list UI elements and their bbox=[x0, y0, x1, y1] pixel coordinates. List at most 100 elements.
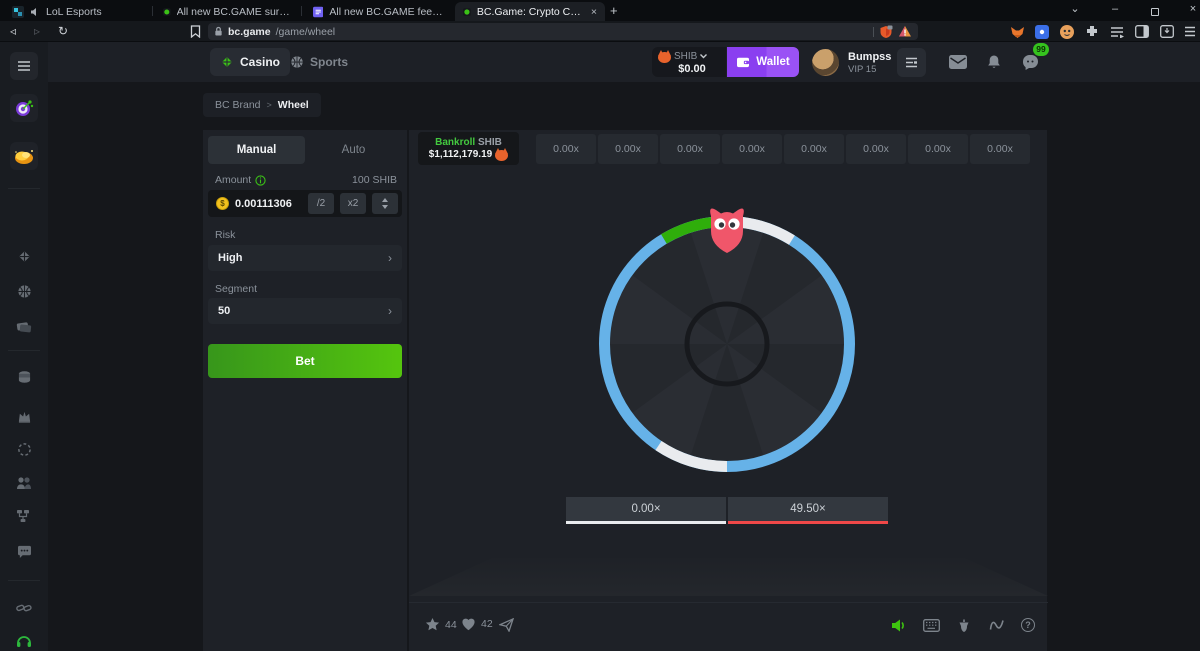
sidebar-item-spin[interactable] bbox=[15, 440, 33, 458]
stepper-up-icon[interactable] bbox=[382, 198, 388, 202]
breadcrumb-section[interactable]: BC Brand bbox=[215, 99, 261, 111]
back-button[interactable]: ◃ bbox=[10, 21, 16, 41]
warning-extension-icon[interactable] bbox=[898, 25, 912, 38]
tab-separator bbox=[152, 6, 153, 16]
history-multiplier[interactable]: 0.00x bbox=[846, 134, 906, 164]
shiba-coin-icon bbox=[495, 148, 508, 161]
side-panel-icon[interactable] bbox=[1135, 25, 1149, 38]
tab-manual[interactable]: Manual bbox=[208, 136, 305, 164]
profile-menu-button[interactable] bbox=[897, 48, 926, 77]
password-manager-icon[interactable] bbox=[1035, 25, 1049, 39]
bcgame-favicon bbox=[463, 6, 471, 18]
casino-nav-button[interactable]: Casino bbox=[210, 48, 290, 76]
sports-label: Sports bbox=[310, 55, 348, 69]
sidebar-item-affiliate[interactable] bbox=[15, 474, 33, 492]
sidebar-menu-button[interactable] bbox=[10, 52, 38, 80]
vip-level: VIP 15 bbox=[848, 64, 876, 75]
close-window-button[interactable]: × bbox=[1178, 0, 1200, 18]
sidebar-item-sports[interactable] bbox=[15, 282, 33, 300]
sidebar-item-bonus[interactable] bbox=[15, 407, 33, 425]
help-button[interactable]: ? bbox=[1019, 616, 1037, 634]
bet-button[interactable]: Bet bbox=[208, 344, 402, 378]
lol-esports-favicon bbox=[12, 6, 24, 18]
avatar[interactable] bbox=[812, 49, 839, 76]
amount-label: Amount bbox=[215, 174, 251, 186]
bankroll-value: $1,112,179.19 bbox=[429, 149, 492, 160]
history-multiplier[interactable]: 0.00x bbox=[970, 134, 1030, 164]
hotkeys-button[interactable] bbox=[922, 616, 940, 634]
sidebar-item-forum[interactable] bbox=[15, 542, 33, 560]
sidebar-divider bbox=[8, 188, 40, 189]
sidebar-item-swap[interactable] bbox=[15, 368, 33, 386]
tab-search-chevron-icon[interactable]: ⌄ bbox=[1060, 0, 1090, 18]
result-multiplier-low: 0.00× bbox=[566, 497, 726, 524]
tab-bcgame-survey[interactable]: All new BC.GAME survey & feedback r bbox=[155, 2, 299, 21]
breadcrumb-separator: > bbox=[267, 100, 272, 110]
reading-list-icon[interactable] bbox=[1110, 26, 1124, 38]
coin-icon: $ bbox=[216, 197, 229, 210]
tab-close-icon[interactable]: × bbox=[591, 6, 597, 18]
notifications-button[interactable] bbox=[983, 52, 1005, 72]
tab-bcgame-feedback[interactable]: All new BC.GAME feedback bbox=[305, 2, 451, 21]
metamask-icon[interactable] bbox=[1010, 25, 1025, 39]
tab-auto[interactable]: Auto bbox=[305, 136, 402, 164]
minimize-button[interactable]: – bbox=[1100, 0, 1130, 18]
game-panel: Bankroll SHIB $1,112,179.19 0.00x 0.00x … bbox=[408, 130, 1047, 651]
stepper-down-icon[interactable] bbox=[382, 205, 388, 209]
tab-bcgame-wheel-active[interactable]: BC.Game: Crypto Casino Games & × bbox=[455, 2, 605, 21]
sidebar-item-vip-club[interactable] bbox=[15, 507, 33, 525]
tab-lol-esports[interactable]: LoL Esports bbox=[4, 2, 152, 21]
sidebar-item-rewards[interactable] bbox=[10, 142, 38, 170]
sidebar-item-my-bets[interactable] bbox=[15, 317, 33, 335]
history-multiplier[interactable]: 0.00x bbox=[536, 134, 596, 164]
mail-icon bbox=[949, 55, 967, 69]
balance-value: $0.00 bbox=[658, 63, 726, 75]
history-multiplier[interactable]: 0.00x bbox=[722, 134, 782, 164]
sidebar-divider bbox=[8, 580, 40, 581]
double-amount-button[interactable]: x2 bbox=[340, 193, 366, 214]
restore-button[interactable] bbox=[1140, 4, 1170, 22]
wallet-label: Wallet bbox=[756, 56, 789, 68]
sidebar-item-casino[interactable] bbox=[15, 247, 33, 265]
heart-icon bbox=[461, 617, 476, 631]
star-rating[interactable]: 44 bbox=[425, 617, 457, 632]
star-count: 44 bbox=[445, 619, 457, 631]
history-multiplier[interactable]: 0.00x bbox=[784, 134, 844, 164]
sidebar-item-responsible-gambling[interactable] bbox=[15, 599, 33, 617]
wallet-button[interactable]: Wallet bbox=[727, 47, 799, 77]
url-bar[interactable]: bc.game/game/wheel bbox=[208, 23, 918, 40]
amount-stepper[interactable] bbox=[372, 193, 398, 214]
currency-selector[interactable]: SHIB $0.00 bbox=[652, 47, 726, 77]
sidebar-item-live-support[interactable] bbox=[15, 632, 33, 650]
live-stats-button[interactable] bbox=[988, 616, 1006, 634]
chevron-down-icon bbox=[700, 54, 707, 59]
share-button[interactable] bbox=[497, 616, 515, 634]
amount-input[interactable]: $ 0.00111306 /2 x2 bbox=[208, 190, 402, 217]
wave-stats-icon bbox=[989, 619, 1005, 631]
profile-extension-icon[interactable] bbox=[1060, 25, 1074, 39]
amount-max-hint: 100 SHIB bbox=[352, 174, 397, 186]
fairness-button[interactable] bbox=[955, 616, 973, 634]
forward-button[interactable]: ▹ bbox=[34, 21, 40, 41]
info-icon[interactable] bbox=[255, 175, 266, 186]
sports-nav-button[interactable]: Sports bbox=[280, 48, 358, 76]
extensions-puzzle-icon[interactable] bbox=[1085, 25, 1099, 39]
like-rating[interactable]: 42 bbox=[461, 617, 493, 631]
history-multiplier[interactable]: 0.00x bbox=[908, 134, 968, 164]
sidebar-item-missions[interactable] bbox=[10, 94, 38, 122]
history-multiplier[interactable]: 0.00x bbox=[598, 134, 658, 164]
inbox-button[interactable] bbox=[947, 52, 969, 72]
history-multiplier[interactable]: 0.00x bbox=[660, 134, 720, 164]
downloads-icon[interactable] bbox=[1160, 25, 1174, 38]
risk-select[interactable]: High › bbox=[208, 245, 402, 271]
reload-button[interactable]: ↻ bbox=[58, 21, 68, 41]
new-tab-button[interactable]: + bbox=[610, 3, 618, 18]
tab-title: All new BC.GAME feedback bbox=[329, 6, 443, 18]
browser-menu-icon[interactable] bbox=[1184, 26, 1196, 37]
bookmark-icon[interactable] bbox=[190, 25, 201, 38]
half-amount-button[interactable]: /2 bbox=[308, 193, 334, 214]
adblock-shield-icon[interactable] bbox=[879, 25, 893, 39]
segment-select[interactable]: 50 › bbox=[208, 298, 402, 324]
amount-value: 0.00111306 bbox=[235, 198, 302, 210]
sound-toggle[interactable] bbox=[890, 616, 908, 634]
